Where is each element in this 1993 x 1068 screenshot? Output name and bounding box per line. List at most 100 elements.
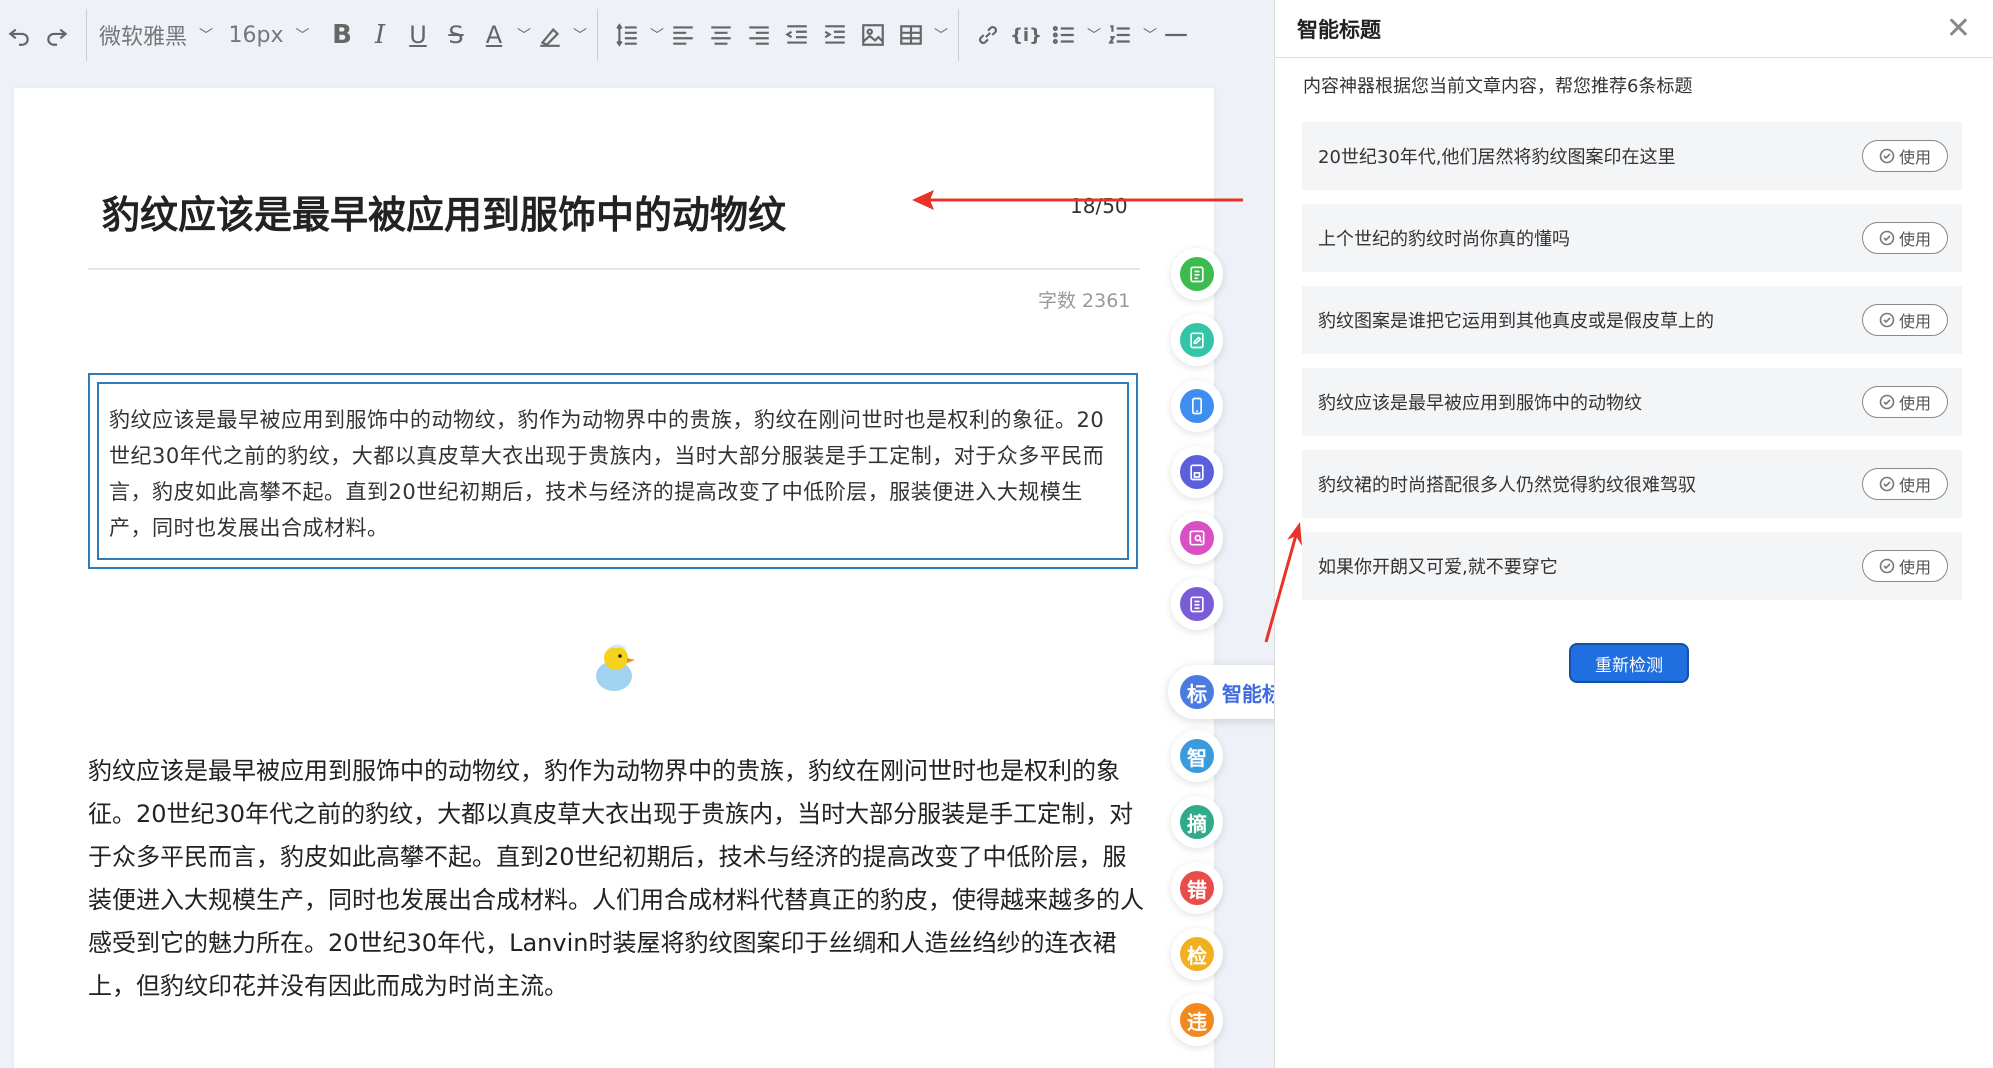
redo-icon[interactable] xyxy=(38,15,76,55)
bold-icon[interactable]: B xyxy=(323,15,361,55)
strikethrough-icon[interactable]: S xyxy=(437,15,475,55)
recommendation-text: 豹纹裙的时尚搭配很多人仍然觉得豹纹很难驾驭 xyxy=(1318,475,1696,496)
recommendation-text: 豹纹图案是谁把它运用到其他真皮或是假皮草上的 xyxy=(1318,311,1714,332)
toolbar-divider xyxy=(86,9,87,61)
chevron-down-icon[interactable]: ﹀ xyxy=(1143,15,1157,55)
recommendation-text: 20世纪30年代,他们居然将豹纹图案印在这里 xyxy=(1318,147,1676,168)
font-size-dropdown[interactable]: 16px ﹀ xyxy=(229,15,310,55)
fab-abstract[interactable]: 摘 xyxy=(1171,796,1223,848)
close-icon[interactable]: ✕ xyxy=(1946,13,1971,44)
font-color-icon[interactable]: A xyxy=(475,15,513,55)
smart-icon: 智 xyxy=(1180,739,1214,773)
use-button-label: 使用 xyxy=(1898,312,1931,331)
horizontal-rule-icon[interactable] xyxy=(1157,15,1195,55)
image-icon[interactable] xyxy=(854,15,892,55)
recommendation-list: 20世纪30年代,他们居然将豹纹图案印在这里 使用 上个世纪的豹纹时尚你真的懂吗… xyxy=(1275,122,1993,600)
code-block-icon[interactable]: {i} xyxy=(1007,15,1045,55)
recommendation-text: 豹纹应该是最早被应用到服饰中的动物纹 xyxy=(1318,393,1642,414)
recommendation-item: 上个世纪的豹纹时尚你真的懂吗 使用 xyxy=(1302,204,1962,272)
underline-icon[interactable]: U xyxy=(399,15,437,55)
use-button[interactable]: 使用 xyxy=(1862,222,1948,254)
recommendation-text: 上个世纪的豹纹时尚你真的懂吗 xyxy=(1318,229,1570,250)
check-circle-icon xyxy=(1879,230,1895,246)
recommendation-item: 豹纹应该是最早被应用到服饰中的动物纹 使用 xyxy=(1302,368,1962,436)
chevron-down-icon[interactable]: ﹀ xyxy=(573,15,587,55)
italic-icon[interactable]: I xyxy=(361,15,399,55)
toolbar-divider xyxy=(958,9,959,61)
bullet-list-icon[interactable] xyxy=(1045,15,1083,55)
use-button-label: 使用 xyxy=(1898,394,1931,413)
recommendation-item: 20世纪30年代,他们居然将豹纹图案印在这里 使用 xyxy=(1302,122,1962,190)
edit-document-icon xyxy=(1180,323,1214,357)
fab-image-pink[interactable] xyxy=(1171,512,1223,564)
check-circle-icon xyxy=(1879,558,1895,574)
fab-typo[interactable]: 错 xyxy=(1171,862,1223,914)
chevron-down-icon: ﹀ xyxy=(199,28,213,44)
recommendation-item: 豹纹图案是谁把它运用到其他真皮或是假皮草上的 使用 xyxy=(1302,286,1962,354)
chevron-down-icon: ﹀ xyxy=(295,28,310,44)
fab-smart[interactable]: 智 xyxy=(1171,730,1223,782)
fab-edit-teal[interactable] xyxy=(1171,314,1223,366)
fab-check[interactable]: 检 xyxy=(1171,928,1223,980)
chevron-down-icon[interactable]: ﹀ xyxy=(650,15,664,55)
font-family-dropdown[interactable]: 微软雅黑 ﹀ xyxy=(97,15,215,55)
fab-list-purple[interactable] xyxy=(1171,578,1223,630)
fab-violation[interactable]: 违 xyxy=(1171,994,1223,1046)
line-height-icon[interactable] xyxy=(608,15,646,55)
align-center-icon[interactable] xyxy=(702,15,740,55)
check-icon: 检 xyxy=(1180,937,1214,971)
recommendation-item: 如果你开朗又可爱,就不要穿它 使用 xyxy=(1302,532,1962,600)
align-left-icon[interactable] xyxy=(664,15,702,55)
panel-title: 智能标题 xyxy=(1297,17,1381,42)
save-icon xyxy=(1180,455,1214,489)
numbered-list-icon[interactable] xyxy=(1101,15,1139,55)
summary-box[interactable]: 豹纹应该是最早被应用到服饰中的动物纹，豹作为动物界中的贵族，豹纹在刚问世时也是权… xyxy=(88,373,1138,569)
use-button[interactable]: 使用 xyxy=(1862,468,1948,500)
recommendation-text: 如果你开朗又可爱,就不要穿它 xyxy=(1318,557,1558,578)
use-button[interactable]: 使用 xyxy=(1862,304,1948,336)
smart-title-icon: 标 xyxy=(1180,675,1214,709)
panel-description: 内容神器根据您当前文章内容，帮您推荐6条标题 xyxy=(1303,76,1693,97)
document-icon xyxy=(1180,257,1214,291)
check-circle-icon xyxy=(1879,476,1895,492)
editor-page[interactable]: 豹纹应该是最早被应用到服饰中的动物纹 18/50 字数 2361 豹纹应该是最早… xyxy=(14,88,1214,1068)
use-button[interactable]: 使用 xyxy=(1862,386,1948,418)
check-circle-icon xyxy=(1879,312,1895,328)
chevron-down-icon[interactable]: ﹀ xyxy=(934,15,948,55)
smart-title-panel: 智能标题 ✕ 内容神器根据您当前文章内容，帮您推荐6条标题 20世纪30年代,他… xyxy=(1274,0,1993,1068)
chevron-down-icon[interactable]: ﹀ xyxy=(1087,15,1101,55)
table-icon[interactable] xyxy=(892,15,930,55)
recommendation-item: 豹纹裙的时尚搭配很多人仍然觉得豹纹很难驾驭 使用 xyxy=(1302,450,1962,518)
fab-doc-green[interactable] xyxy=(1171,248,1223,300)
align-right-icon[interactable] xyxy=(740,15,778,55)
summary-text[interactable]: 豹纹应该是最早被应用到服饰中的动物纹，豹作为动物界中的贵族，豹纹在刚问世时也是权… xyxy=(97,382,1129,560)
use-button[interactable]: 使用 xyxy=(1862,550,1948,582)
body-paragraph[interactable]: 豹纹应该是最早被应用到服饰中的动物纹，豹作为动物界中的贵族，豹纹在刚问世时也是权… xyxy=(88,750,1148,1008)
document-title[interactable]: 豹纹应该是最早被应用到服饰中的动物纹 xyxy=(102,184,786,239)
title-char-count: 18/50 xyxy=(1070,194,1128,218)
image-search-icon xyxy=(1180,521,1214,555)
recheck-button[interactable]: 重新检测 xyxy=(1569,643,1689,683)
outdent-icon[interactable] xyxy=(778,15,816,55)
check-circle-icon xyxy=(1879,394,1895,410)
fab-save-indigo[interactable] xyxy=(1171,446,1223,498)
chevron-down-icon[interactable]: ﹀ xyxy=(517,15,531,55)
use-button[interactable]: 使用 xyxy=(1862,140,1948,172)
link-icon[interactable] xyxy=(969,15,1007,55)
panel-header: 智能标题 ✕ xyxy=(1275,0,1993,58)
use-button-label: 使用 xyxy=(1898,476,1931,495)
abstract-icon: 摘 xyxy=(1180,805,1214,839)
title-divider xyxy=(88,268,1140,270)
undo-icon[interactable] xyxy=(0,15,38,55)
highlight-icon[interactable] xyxy=(531,15,569,55)
use-button-label: 使用 xyxy=(1898,230,1931,249)
fab-mobile-blue[interactable] xyxy=(1171,380,1223,432)
list-document-icon xyxy=(1180,587,1214,621)
mobile-icon xyxy=(1180,389,1214,423)
indent-icon[interactable] xyxy=(816,15,854,55)
toolbar-divider xyxy=(597,9,598,61)
violation-icon: 违 xyxy=(1180,1003,1214,1037)
font-family-value: 微软雅黑 xyxy=(98,25,187,50)
typo-icon: 错 xyxy=(1180,871,1214,905)
check-circle-icon xyxy=(1879,148,1895,164)
